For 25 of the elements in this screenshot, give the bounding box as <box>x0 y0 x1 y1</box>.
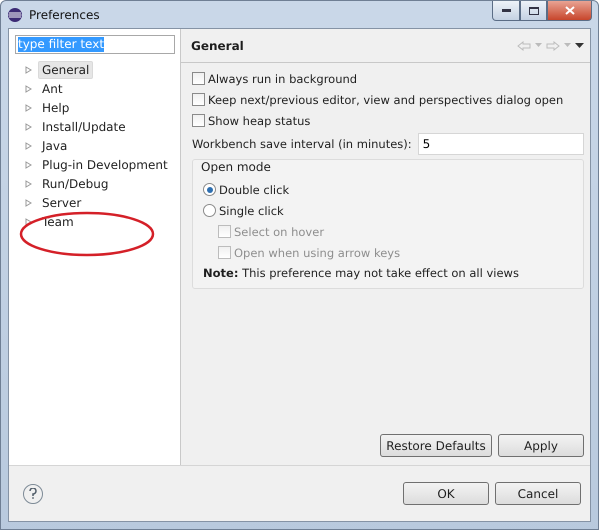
tree-item[interactable]: Install/Update <box>38 118 130 136</box>
checkbox-label: Always run in background <box>208 72 358 86</box>
page-title: General <box>191 38 244 52</box>
apply-button[interactable]: Apply <box>498 434 584 457</box>
tree-item[interactable]: Server <box>38 194 86 212</box>
tree-item[interactable]: General <box>38 60 94 78</box>
ok-button[interactable]: OK <box>403 482 489 505</box>
checkbox-label: Select on hover <box>234 224 324 238</box>
window-title: Preferences <box>29 8 100 22</box>
tree-item[interactable]: Java <box>38 136 72 154</box>
checkbox-label: Show heap status <box>208 114 310 128</box>
cancel-button[interactable]: Cancel <box>495 482 581 505</box>
radio-label: Double click <box>219 182 290 196</box>
tree-item[interactable]: Plug-in Development <box>38 156 172 174</box>
group-title: Open mode <box>201 160 271 176</box>
checkbox-label: Open when using arrow keys <box>234 246 400 260</box>
tree-item[interactable]: Ant <box>38 80 67 98</box>
interval-label: Workbench save interval (in minutes): <box>192 137 412 151</box>
interval-field[interactable]: 5 <box>418 133 584 155</box>
tree-item[interactable]: Run/Debug <box>38 174 113 192</box>
note-text: Note: This preference may not take effect on all views <box>203 265 520 282</box>
restore-defaults-button[interactable]: Restore Defaults <box>380 434 492 457</box>
radio-label: Single click <box>219 204 284 218</box>
tree-item[interactable]: Help <box>38 98 74 116</box>
checkbox-label: Keep next/previous editor, view and perspectives dialog open <box>208 92 564 106</box>
